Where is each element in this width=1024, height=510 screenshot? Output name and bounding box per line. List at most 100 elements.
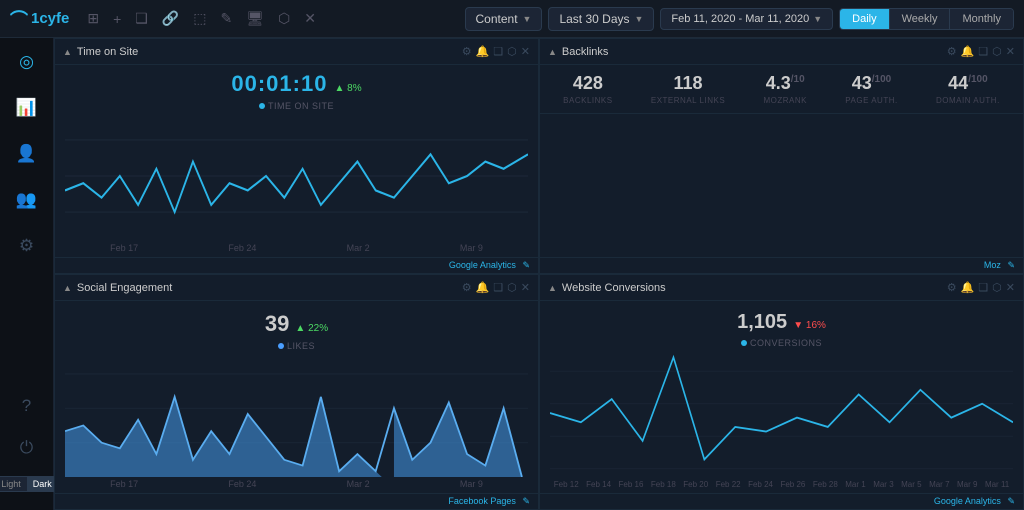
widget-social-icons: ⚙ 🔔 ❑ ⬡ ✕ [462,281,530,294]
bell-icon[interactable]: 🔔 [476,45,490,58]
settings-bl-icon[interactable]: ⚙ [947,45,957,58]
x-label-2: Mar 2 [347,243,370,253]
close-wc-icon[interactable]: ✕ [1006,281,1015,294]
widget-backlinks-icons: ⚙ 🔔 ❑ ⬡ ✕ [947,45,1015,58]
bell-wc-icon[interactable]: 🔔 [961,281,975,294]
sidebar-analytics-icon[interactable]: 📊 [12,94,41,122]
bl-value-backlinks: 428 [563,73,612,94]
conv-label: CONVERSIONS [550,338,1013,348]
topbar: ⌒ 1cyfe ⊞ + ❑ 🔗 ⬚ ✎ 🖥 ⬡ ✕ Content ▼ Last… [0,0,1024,38]
time-on-site-value: 00:01:10 [231,71,327,96]
sidebar-dashboard-icon[interactable]: ◎ [15,48,38,76]
collapse-arrow-se-icon[interactable]: ▲ [63,283,72,293]
cx-14: Mar 11 [985,480,1009,489]
copy-icon[interactable]: ❑ [493,45,503,58]
period-monthly[interactable]: Monthly [950,9,1013,29]
cx-13: Mar 9 [957,480,977,489]
bl-stat-backlinks: 428 BACKLINKS [563,73,612,105]
theme-toggle: Light Dark [0,476,59,492]
sidebar-person-icon[interactable]: 👤 [12,140,41,168]
collapse-arrow-icon[interactable]: ▲ [63,47,72,57]
conv-change: ▼ 16% [793,320,826,331]
copy-se-icon[interactable]: ❑ [493,281,503,294]
edit-footer-icon[interactable]: ✎ [522,260,530,270]
bl-stat-mozrank: 4.3/10 MOZRANK [763,73,807,105]
widget-conv-icons: ⚙ 🔔 ❑ ⬡ ✕ [947,281,1015,294]
cx-7: Feb 26 [780,480,805,489]
bl-value-mozrank: 4.3/10 [763,73,807,94]
time-on-site-label: TIME ON SITE [65,101,528,111]
grid-icon[interactable]: ⊞ [83,8,103,29]
sidebar-group-icon[interactable]: 👥 [12,186,41,214]
period-group: Daily Weekly Monthly [839,8,1014,30]
cx-2: Feb 16 [619,480,644,489]
cx-5: Feb 22 [716,480,741,489]
content-label: Content [476,12,518,26]
copy-bl-icon[interactable]: ❑ [978,45,988,58]
social-chart [65,351,528,477]
monitor-icon[interactable]: 🖥 [242,8,268,29]
close-se-icon[interactable]: ✕ [521,281,530,294]
blue-dot-icon [278,343,284,349]
link-icon[interactable]: 🔗 [158,8,183,29]
social-edit-icon[interactable]: ✎ [522,496,530,506]
widget-backlinks: ▲ Backlinks ⚙ 🔔 ❑ ⬡ ✕ 428 BACKLINKS [539,38,1024,274]
close-widget-icon[interactable]: ✕ [521,45,530,58]
se-x-1: Feb 24 [228,479,256,489]
bl-label-backlinks: BACKLINKS [563,96,612,105]
copy-wc-icon[interactable]: ❑ [978,281,988,294]
bl-value-domain-auth: 44/100 [936,73,1000,94]
theme-light-btn[interactable]: Light [0,477,27,491]
widget-social-footer: Facebook Pages ✎ [55,493,538,509]
sidebar-settings-icon[interactable]: ⚙ [15,232,38,260]
duplicate-icon[interactable]: ❑ [131,8,152,29]
cx-4: Feb 20 [683,480,708,489]
bl-label-page-auth: PAGE AUTH. [845,96,897,105]
cx-0: Feb 12 [554,480,579,489]
time-on-site-chart [65,111,528,241]
bell-se-icon[interactable]: 🔔 [476,281,490,294]
collapse-arrow-bl-icon[interactable]: ▲ [548,47,557,57]
collapse-arrow-wc-icon[interactable]: ▲ [548,283,557,293]
widget-website-conversions: ▲ Website Conversions ⚙ 🔔 ❑ ⬡ ✕ 1,105 ▼ … [539,274,1024,510]
date-range-button[interactable]: Feb 11, 2020 - Mar 11, 2020 ▼ [660,8,833,30]
sidebar-help-icon[interactable]: ? [18,392,35,420]
conv-chart [550,348,1013,478]
edit-icon[interactable]: ✎ [217,8,237,29]
sidebar: ◎ 📊 👤 👥 ⚙ ? ⏻ Light Dark [0,38,54,510]
social-metric: 39 ▲ 22% [65,307,528,341]
export-bl-icon[interactable]: ⬡ [992,45,1002,58]
logo-icon: ⌒ [10,6,28,32]
cx-3: Feb 18 [651,480,676,489]
widget-social-header: ▲ Social Engagement ⚙ 🔔 ❑ ⬡ ✕ [55,275,538,301]
settings-icon[interactable]: ⚙ [462,45,472,58]
share-icon[interactable]: ⬡ [274,8,294,29]
conv-x-labels: Feb 12 Feb 14 Feb 16 Feb 18 Feb 20 Feb 2… [550,478,1013,489]
close-icon[interactable]: ✕ [300,8,320,29]
content-grid: ▲ Time on Site ⚙ 🔔 ❑ ⬡ ✕ 00:01:10 ▲ 8% T… [54,38,1024,510]
bell-bl-icon[interactable]: 🔔 [961,45,975,58]
se-x-2: Mar 2 [347,479,370,489]
content-dropdown[interactable]: Content ▼ [465,7,543,31]
settings-wc-icon[interactable]: ⚙ [947,281,957,294]
period-daily[interactable]: Daily [840,9,889,29]
export-icon[interactable]: ⬡ [507,45,517,58]
moz-edit-icon[interactable]: ✎ [1007,260,1015,270]
close-bl-icon[interactable]: ✕ [1006,45,1015,58]
image-icon[interactable]: ⬚ [189,8,210,29]
dropdown-arrow-icon: ▼ [523,14,532,24]
settings-se-icon[interactable]: ⚙ [462,281,472,294]
time-on-site-x-labels: Feb 17 Feb 24 Mar 2 Mar 9 [65,241,528,253]
period-weekly[interactable]: Weekly [890,9,951,29]
date-preset-dropdown[interactable]: Last 30 Days ▼ [548,7,654,31]
add-icon[interactable]: + [109,9,125,29]
date-preset-arrow-icon: ▼ [635,14,644,24]
export-wc-icon[interactable]: ⬡ [992,281,1002,294]
sidebar-power-icon[interactable]: ⏻ [16,434,37,462]
widget-conv-body: 1,105 ▼ 16% CONVERSIONS [540,301,1023,493]
date-range-arrow-icon: ▼ [813,14,822,24]
conv-edit-icon[interactable]: ✎ [1007,496,1015,506]
cx-8: Feb 28 [813,480,838,489]
export-se-icon[interactable]: ⬡ [507,281,517,294]
widget-time-on-site-title: Time on Site [77,46,462,58]
